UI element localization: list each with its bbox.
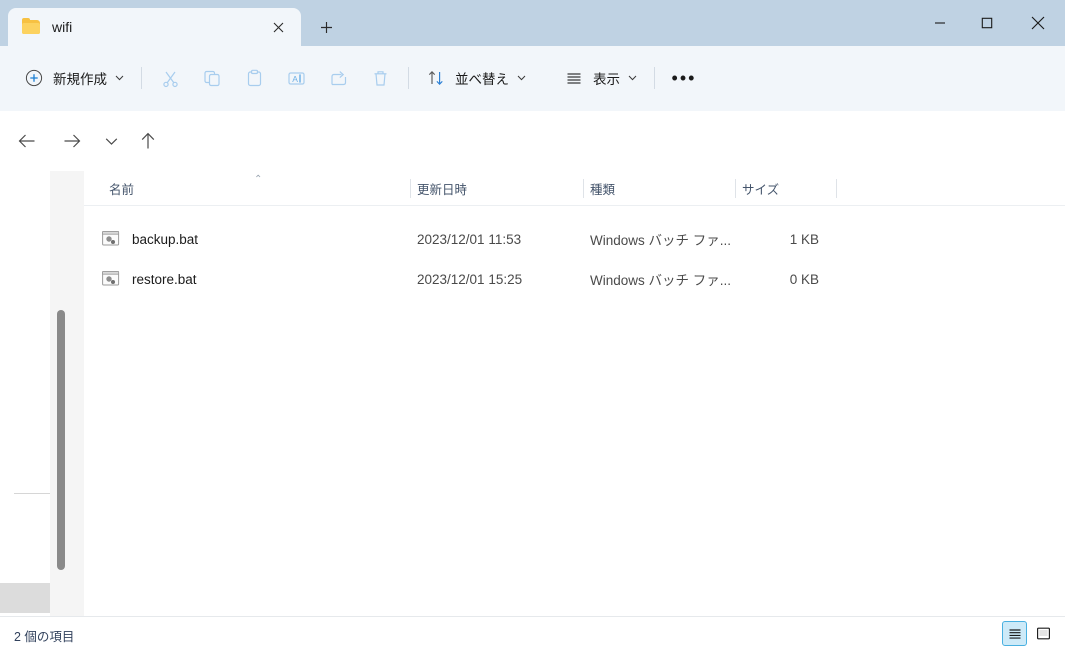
sort-button[interactable]: 並べ替え: [416, 60, 536, 96]
file-name-text: restore.bat: [132, 271, 197, 287]
maximize-button[interactable]: [963, 0, 1010, 46]
new-button-label: 新規作成: [53, 72, 107, 87]
share-button[interactable]: [317, 60, 359, 96]
new-button[interactable]: 新規作成: [14, 60, 134, 96]
delete-button[interactable]: [359, 60, 401, 96]
sort-arrows-icon: [426, 68, 446, 88]
file-name-text: backup.bat: [132, 231, 199, 247]
column-header-type[interactable]: 種類: [590, 171, 735, 205]
file-name-cell[interactable]: restore.bat: [102, 264, 402, 294]
svg-text:A: A: [292, 74, 298, 84]
close-button[interactable]: [1010, 0, 1065, 46]
file-size-cell: 1 KB: [789, 231, 819, 247]
command-toolbar: 新規作成 A 並べ替え 表示 •••: [0, 46, 1065, 111]
window-controls: [916, 0, 1065, 46]
file-modified-cell: 2023/12/01 11:53: [417, 231, 522, 247]
chevron-down-icon: [115, 75, 124, 81]
column-headers: 名前 ⌃ 更新日時 種類 サイズ: [84, 171, 1065, 206]
paste-button[interactable]: [233, 60, 275, 96]
view-list-icon: [564, 68, 584, 88]
column-divider-4[interactable]: [836, 179, 837, 198]
recent-locations-button[interactable]: [94, 124, 128, 158]
header-underline: [84, 205, 1065, 206]
cut-button[interactable]: [149, 60, 191, 96]
column-header-modified[interactable]: 更新日時: [417, 171, 582, 205]
title-bar: wifi: [0, 0, 1065, 46]
batch-file-icon: [102, 230, 121, 248]
column-divider-2[interactable]: [583, 179, 584, 198]
address-bar-row: C:¥wifi wifiの検索: [0, 111, 1065, 277]
toolbar-divider-1: [141, 67, 142, 89]
column-divider-1[interactable]: [410, 179, 411, 198]
large-icons-view-button[interactable]: [1031, 621, 1056, 646]
minimize-button[interactable]: [916, 0, 963, 46]
copy-button[interactable]: [191, 60, 233, 96]
toolbar-divider-3: [654, 67, 655, 89]
status-bar: 2 個の項目: [0, 616, 1065, 651]
batch-file-icon: [102, 270, 121, 288]
view-toggle-group: [1002, 621, 1056, 646]
navigation-scrollbar-thumb[interactable]: [57, 310, 65, 570]
chevron-down-icon: [628, 75, 637, 81]
file-type-cell: Windows バッチ ファ...: [590, 233, 732, 248]
details-view-button[interactable]: [1002, 621, 1027, 646]
navigation-scrollbar-track[interactable]: [50, 171, 84, 616]
chevron-down-icon: [517, 75, 526, 81]
plus-circle-icon: [24, 68, 44, 88]
column-header-size[interactable]: サイズ: [742, 171, 832, 205]
view-button[interactable]: 表示: [554, 60, 647, 96]
file-modified-cell: 2023/12/01 15:25: [417, 271, 523, 287]
file-name-cell[interactable]: backup.bat: [102, 224, 402, 254]
file-list-area: 名前 ⌃ 更新日時 種類 サイズ backup.bat 2023/12/01 1…: [84, 171, 1065, 616]
column-divider-3[interactable]: [735, 179, 736, 198]
back-button[interactable]: [10, 124, 44, 158]
rename-button[interactable]: A: [275, 60, 317, 96]
folder-icon: [22, 17, 40, 35]
tab-wifi[interactable]: wifi: [8, 8, 301, 46]
forward-button[interactable]: [55, 124, 89, 158]
up-button[interactable]: [131, 124, 165, 158]
item-count-label: 2 個の項目: [14, 630, 75, 644]
close-tab-icon[interactable]: [265, 14, 291, 40]
sort-button-label: 並べ替え: [455, 72, 509, 87]
tab-label: wifi: [52, 19, 73, 35]
new-tab-button[interactable]: [309, 12, 343, 42]
table-row[interactable]: restore.bat 2023/12/01 15:25 Windows バッチ…: [84, 264, 1065, 294]
file-explorer-window: wifi 新規作成 A 並べ替え 表示 ••• 名前 ⌃ 更新日時 種類 サイズ…: [0, 0, 1065, 651]
view-button-label: 表示: [593, 72, 620, 87]
tab-strip: wifi: [8, 8, 343, 46]
sort-ascending-icon: ⌃: [254, 174, 263, 185]
toolbar-divider-2: [408, 67, 409, 89]
file-size-cell: 0 KB: [789, 271, 819, 287]
file-type-cell: Windows バッチ ファ...: [590, 273, 732, 288]
table-row[interactable]: backup.bat 2023/12/01 11:53 Windows バッチ …: [84, 224, 1065, 254]
more-options-button[interactable]: •••: [662, 60, 706, 96]
